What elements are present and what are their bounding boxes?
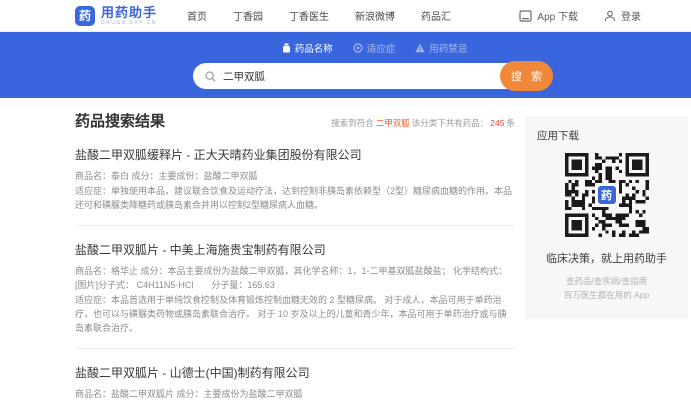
site-logo[interactable]: 药 用药助手 DRUGS.DXY.CN bbox=[75, 6, 157, 26]
result-meta: 商品名：格华止 成分：本品主要成份为盐酸二甲双胍，其化学名称：1，1-二甲基双胍… bbox=[75, 265, 515, 293]
app-card-title: 应用下载 bbox=[537, 128, 676, 143]
logo-domain: DRUGS.DXY.CN bbox=[101, 21, 157, 26]
login-link[interactable]: 登录 bbox=[604, 8, 641, 23]
app-download-link[interactable]: App 下载 bbox=[519, 8, 578, 23]
nav-item-drug-hub[interactable]: 药品汇 bbox=[421, 8, 451, 23]
login-label: 登录 bbox=[621, 8, 641, 23]
result-item: 盐酸二甲双胍缓释片 - 正大天晴药业集团股份有限公司 商品名：泰白 成分：主要成… bbox=[75, 131, 515, 226]
result-title-link[interactable]: 盐酸二甲双胍片 - 山德士(中国)制药有限公司 bbox=[75, 364, 515, 381]
tab-indication[interactable]: 适应症 bbox=[353, 41, 396, 55]
results-column: 药品搜索结果 搜索到符合二甲双胍该分类下共有药品：245条 盐酸二甲双胍缓释片 … bbox=[75, 110, 515, 403]
search-banner: 药品名称 适应症 用药禁忌 搜 索 bbox=[0, 32, 691, 98]
main-nav: 首页 丁香园 丁香医生 新浪微博 药品汇 bbox=[187, 8, 451, 23]
target-icon bbox=[353, 43, 363, 53]
app-desc-line1: 查药品/查疾病/查指南 bbox=[537, 274, 676, 288]
pill-bottle-icon bbox=[282, 43, 291, 53]
nav-item-dxy[interactable]: 丁香园 bbox=[233, 8, 263, 23]
top-header: 药 用药助手 DRUGS.DXY.CN 首页 丁香园 丁香医生 新浪微博 药品汇… bbox=[0, 0, 691, 32]
device-icon bbox=[519, 10, 532, 22]
nav-item-weibo[interactable]: 新浪微博 bbox=[355, 8, 395, 23]
tab-drug-name[interactable]: 药品名称 bbox=[282, 41, 333, 55]
app-download-card: 应用下载 药 临床决策，就上用药助手 查药品/查疾病/查指南 百万医生都在用的 … bbox=[525, 116, 688, 319]
search-keyword-highlight: 二甲双胍 bbox=[376, 118, 410, 128]
results-summary: 搜索到符合二甲双胍该分类下共有药品：245条 bbox=[331, 117, 515, 129]
search-icon bbox=[205, 71, 216, 82]
user-icon bbox=[604, 10, 616, 22]
search-type-tabs: 药品名称 适应症 用药禁忌 bbox=[29, 41, 691, 55]
results-count: 245 bbox=[490, 118, 504, 128]
app-slogan: 临床决策，就上用药助手 bbox=[537, 250, 676, 266]
logo-badge-icon: 药 bbox=[75, 6, 95, 26]
sidebar: 应用下载 药 临床决策，就上用药助手 查药品/查疾病/查指南 百万医生都在用的 … bbox=[525, 110, 688, 403]
result-title-link[interactable]: 盐酸二甲双胍缓释片 - 正大天晴药业集团股份有限公司 bbox=[75, 146, 515, 163]
nav-item-dxy-doctor[interactable]: 丁香医生 bbox=[289, 8, 329, 23]
app-desc-line2: 百万医生都在用的 App bbox=[537, 288, 676, 302]
result-item: 盐酸二甲双胍片 - 山德士(中国)制药有限公司 商品名：盐酸二甲双胍片 成分：主… bbox=[75, 349, 515, 403]
search-input[interactable] bbox=[223, 70, 473, 82]
search-bar bbox=[193, 63, 545, 89]
result-indication: 适应症：单独使用本品，建议联合饮食及运动疗法，达到控制非胰岛素依赖型（2型）糖尿… bbox=[75, 185, 515, 213]
result-item: 盐酸二甲双胍片 - 中美上海施贵宝制药有限公司 商品名：格华止 成分：本品主要成… bbox=[75, 226, 515, 349]
logo-name: 用药助手 bbox=[101, 6, 157, 19]
qr-center-logo-icon: 药 bbox=[596, 184, 618, 206]
tab-contraindication[interactable]: 用药禁忌 bbox=[415, 41, 467, 55]
page-title: 药品搜索结果 bbox=[75, 110, 165, 131]
result-indication: 适应症：本品首选用于单纯饮食控制及体育锻炼控制血糖无效的 2 型糖尿病。 对于成… bbox=[75, 294, 515, 336]
result-title-link[interactable]: 盐酸二甲双胍片 - 中美上海施贵宝制药有限公司 bbox=[75, 241, 515, 258]
nav-item-home[interactable]: 首页 bbox=[187, 8, 207, 23]
search-button[interactable]: 搜 索 bbox=[500, 61, 553, 91]
warning-triangle-icon bbox=[415, 43, 425, 53]
result-meta: 商品名：盐酸二甲双胍片 成分：主要成份为盐酸二甲双胍 bbox=[75, 388, 515, 402]
content-area: 药品搜索结果 搜索到符合二甲双胍该分类下共有药品：245条 盐酸二甲双胍缓释片 … bbox=[0, 98, 691, 403]
app-download-label: App 下载 bbox=[537, 8, 578, 23]
result-meta: 商品名：泰白 成分：主要成份：盐酸二甲双胍 bbox=[75, 170, 515, 184]
